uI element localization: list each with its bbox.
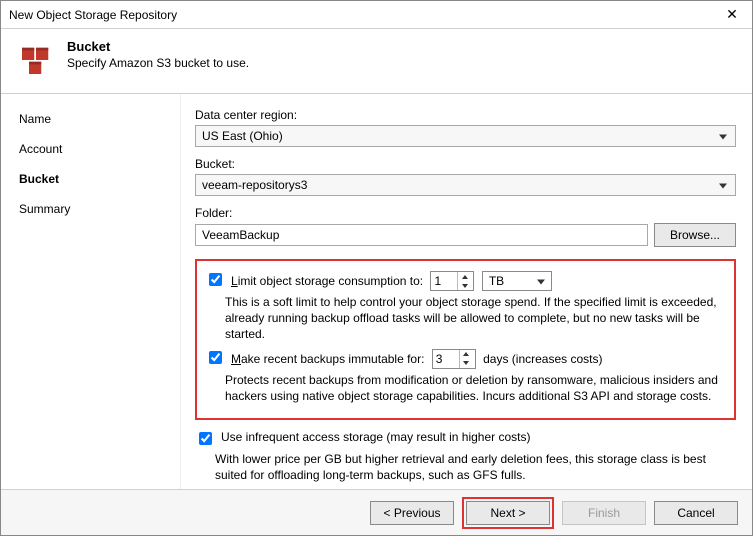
bucket-select[interactable]: veeam-repositorys3 — [195, 174, 736, 196]
infrequent-access-label: Use infrequent access storage (may resul… — [221, 430, 530, 444]
wizard-header: Bucket Specify Amazon S3 bucket to use. — [1, 29, 752, 94]
region-label: Data center region: — [195, 108, 736, 122]
header-subtitle: Specify Amazon S3 bucket to use. — [67, 56, 249, 70]
next-button[interactable]: Next > — [466, 501, 550, 525]
folder-value: VeeamBackup — [202, 228, 279, 242]
limit-value-input[interactable] — [431, 272, 457, 290]
limit-description: This is a soft limit to help control you… — [225, 294, 726, 343]
limit-stepper-up[interactable] — [458, 272, 471, 281]
wizard-footer: < Previous Next > Finish Cancel — [1, 489, 752, 535]
immutable-days-input[interactable] — [433, 350, 459, 368]
region-select[interactable]: US East (Ohio) — [195, 125, 736, 147]
wizard-steps-sidebar: Name Account Bucket Summary — [1, 94, 181, 490]
limit-consumption-checkbox[interactable] — [209, 273, 222, 286]
finish-button: Finish — [562, 501, 646, 525]
bucket-label: Bucket: — [195, 157, 736, 171]
sidebar-item-account[interactable]: Account — [15, 134, 180, 164]
close-icon[interactable]: ✕ — [720, 6, 744, 23]
cancel-button[interactable]: Cancel — [654, 501, 738, 525]
limit-value-stepper[interactable] — [430, 271, 474, 291]
folder-label: Folder: — [195, 206, 736, 220]
infrequent-access-checkbox[interactable] — [199, 432, 212, 445]
sidebar-item-summary[interactable]: Summary — [15, 194, 180, 224]
header-title: Bucket — [67, 39, 249, 54]
immutable-label: Make recent backups immutable for: days … — [231, 349, 602, 369]
limit-stepper-down[interactable] — [458, 281, 471, 290]
region-value: US East (Ohio) — [202, 129, 283, 143]
sidebar-item-name[interactable]: Name — [15, 104, 180, 134]
bucket-value: veeam-repositorys3 — [202, 178, 307, 192]
window-title: New Object Storage Repository — [9, 8, 177, 22]
titlebar: New Object Storage Repository ✕ — [1, 1, 752, 29]
bucket-icon — [15, 39, 57, 81]
folder-input[interactable]: VeeamBackup — [195, 224, 648, 246]
next-button-highlight: Next > — [462, 497, 554, 529]
main-panel: Data center region: US East (Ohio) Bucke… — [181, 94, 752, 490]
immutable-suffix: days (increases costs) — [483, 352, 602, 366]
limit-unit-select[interactable]: TB — [482, 271, 552, 291]
limit-unit-value: TB — [489, 274, 504, 288]
sidebar-item-bucket[interactable]: Bucket — [15, 164, 180, 194]
immutable-description: Protects recent backups from modificatio… — [225, 372, 726, 404]
infrequent-access-description: With lower price per GB but higher retri… — [215, 451, 736, 483]
immutable-stepper-down[interactable] — [460, 359, 473, 368]
browse-button[interactable]: Browse... — [654, 223, 736, 247]
highlighted-options-group: Limit object storage consumption to: TB … — [195, 259, 736, 420]
immutable-checkbox[interactable] — [209, 351, 222, 364]
previous-button[interactable]: < Previous — [370, 501, 454, 525]
limit-consumption-label: Limit object storage consumption to: TB — [231, 271, 552, 291]
immutable-stepper-up[interactable] — [460, 350, 473, 359]
immutable-days-stepper[interactable] — [432, 349, 476, 369]
